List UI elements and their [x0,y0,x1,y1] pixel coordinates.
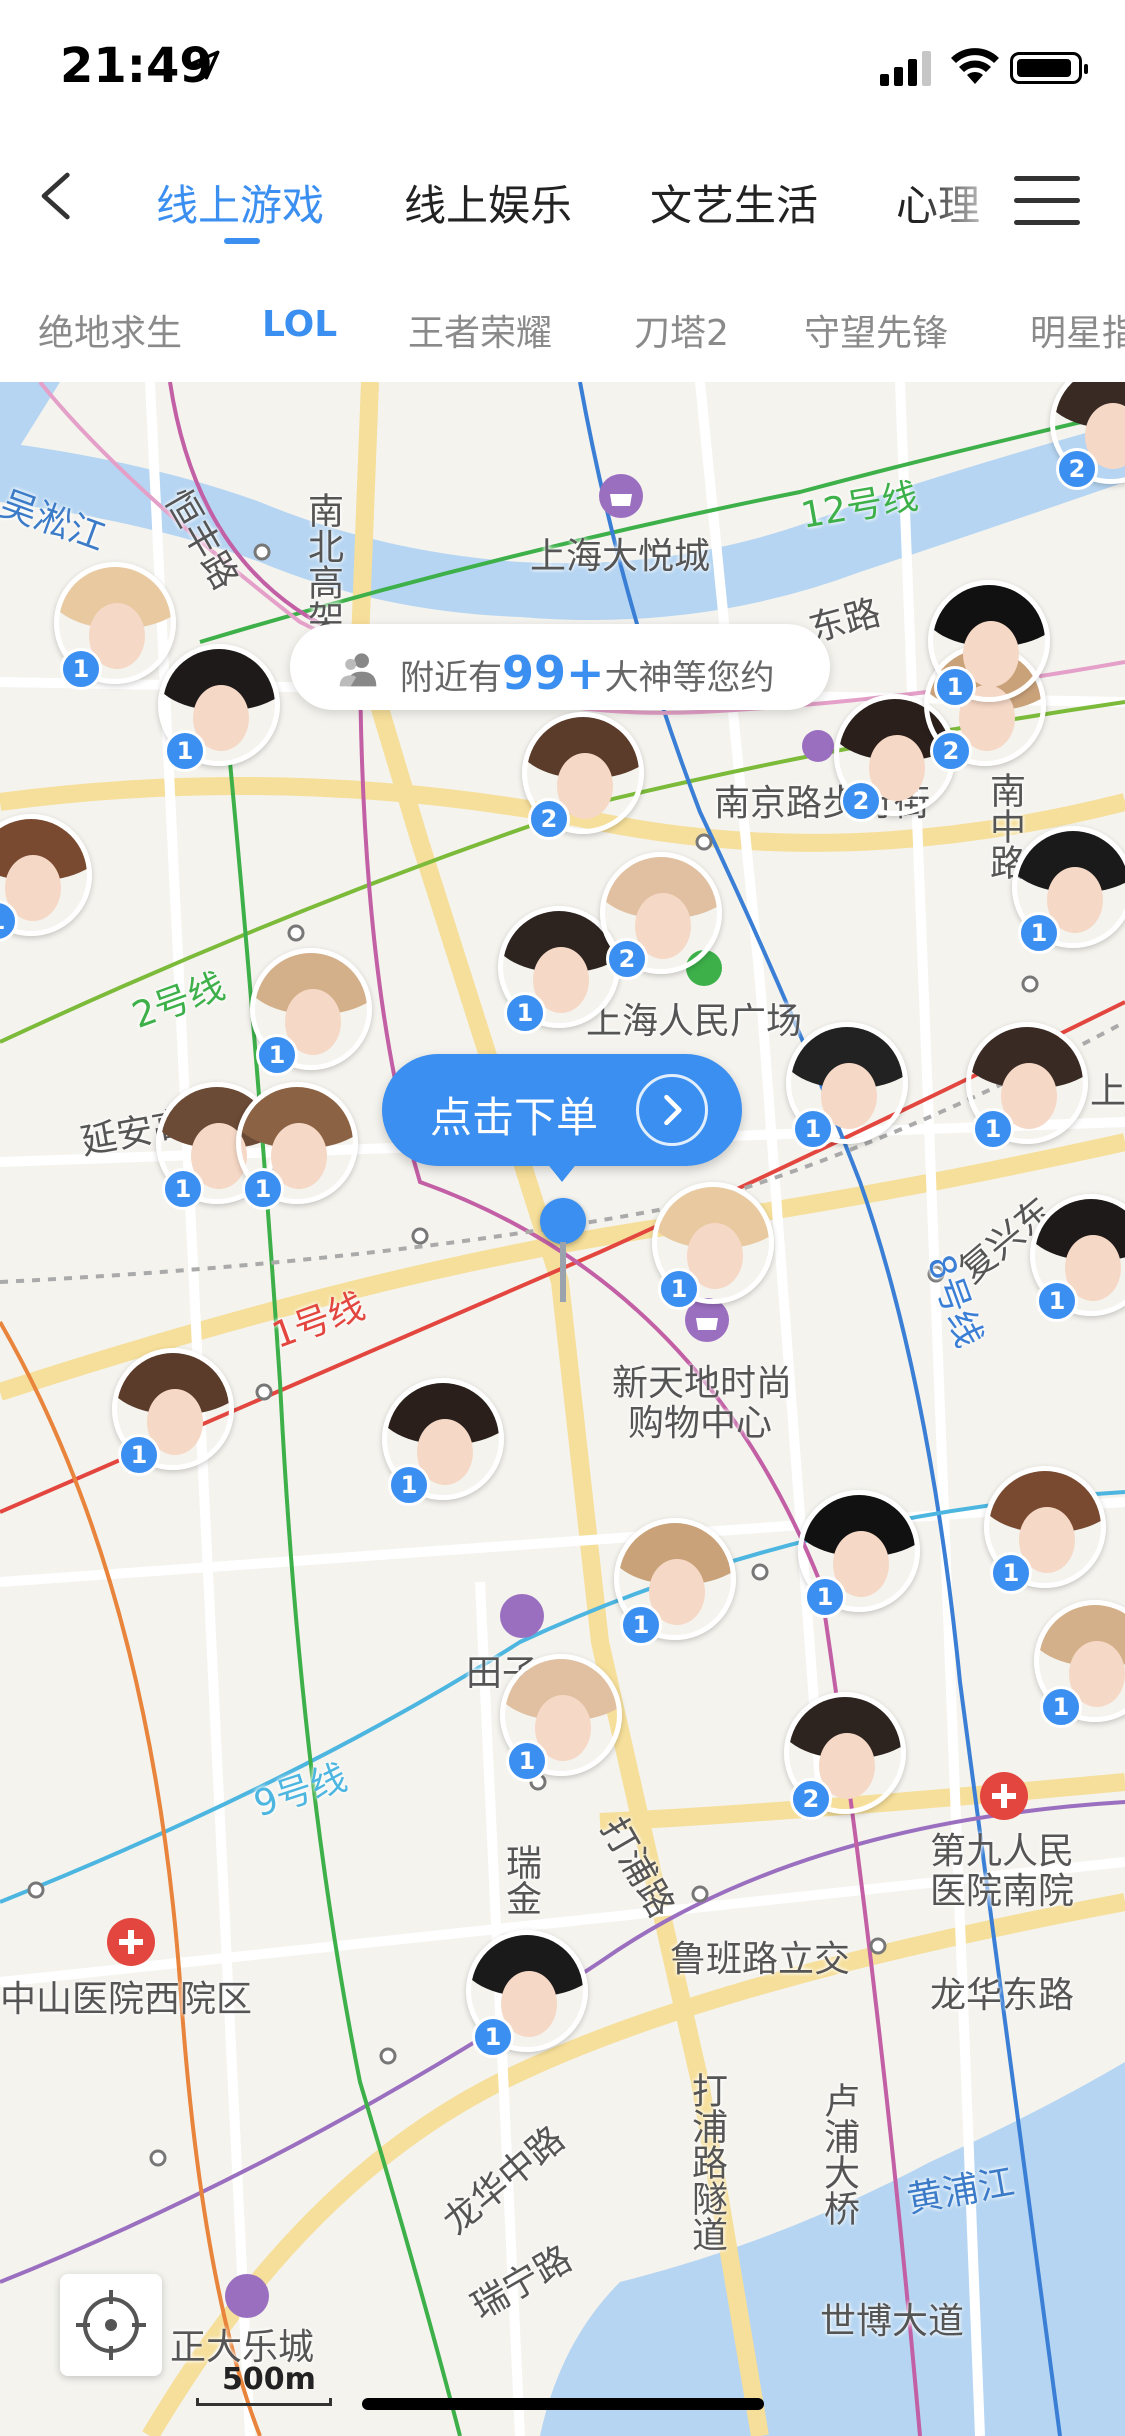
map-label-luban-interchange: 鲁班路立交 [670,1939,851,1980]
category-tab-bar: 线上游戏 线上娱乐 文艺生活 心理 [0,132,1125,260]
cellular-signal-icon [880,51,931,86]
avatar-count-badge: 1 [1040,1686,1082,1728]
map-label-nanbei-elevated: 南北高架 [302,492,343,636]
avatar-count-badge: 1 [472,2016,514,2058]
map-label-joy-city: 上海大悦城 [530,536,711,577]
map-view[interactable]: 吴淞江 恒丰路 南北高架 12号线 上海大悦城 东路 南京路步行街 南中路 2号… [0,382,1125,2436]
avatar-count-badge: 1 [60,648,102,690]
current-location-pin [540,1198,586,1244]
avatar-count-badge: 1 [934,666,976,708]
tab-active-indicator [224,238,260,244]
home-indicator[interactable] [362,2398,764,2410]
place-order-button[interactable]: 点击下单 [382,1054,742,1166]
map-label-peoples-square: 上海人民广场 [586,1001,803,1042]
avatar-count-badge: 1 [118,1434,160,1476]
map-label-ninth-hospital-2: 医院南院 [930,1871,1075,1912]
tab-arts-life[interactable]: 文艺生活 [650,172,818,233]
people-icon [339,653,377,687]
avatar-count-badge: 1 [162,1168,204,1210]
map-label-dapu-tunnel: 打浦路隧道 [686,2072,727,2252]
tab-online-entertainment[interactable]: 线上娱乐 [404,172,572,233]
avatar-count-badge: 1 [804,1576,846,1618]
avatar-count-badge: 2 [840,780,882,822]
avatar-count-badge: 1 [256,1034,298,1076]
map-scale-bar [196,2398,332,2406]
avatar-count-badge: 2 [528,798,570,840]
battery-icon [1010,52,1088,84]
map-label-shanghai: 上海 [1090,1071,1125,1112]
location-arrow-icon [190,50,220,80]
avatar-count-badge: 1 [620,1604,662,1646]
nearby-text: 附近有99+大神等您约 [400,646,775,700]
subtab-honor-of-kings[interactable]: 王者荣耀 [408,304,552,356]
avatar-count-badge: 2 [930,730,972,772]
hamburger-menu-icon[interactable] [1014,176,1080,230]
avatar-count-badge: 1 [972,1108,1014,1150]
map-label-ruijin-road: 瑞金 [500,1844,541,1916]
wifi-icon [951,48,999,84]
avatar-count-badge: 2 [790,1778,832,1820]
locate-me-button[interactable] [60,2274,162,2376]
nearby-count-banner: 附近有99+大神等您约 [290,624,830,710]
map-label-longhua-east-road: 龙华东路 [930,1975,1075,2016]
nearby-count: 99+ [502,646,605,700]
avatar-count-badge: 1 [506,1740,548,1782]
tab-online-games[interactable]: 线上游戏 [156,172,324,233]
map-label-xintiandi-2: 购物中心 [628,1403,773,1444]
map-label-expo-avenue: 世博大道 [820,2301,965,2342]
map-label-zhongshan-hospital: 中山医院西院区 [0,1979,253,2020]
avatar-count-badge: 2 [1056,448,1098,490]
avatar-count-badge: 1 [388,1464,430,1506]
avatar-count-badge: 1 [1018,912,1060,954]
order-button-pointer [546,1162,578,1182]
avatar-count-badge: 1 [504,992,546,1034]
subtab-celebrity[interactable]: 明星指 [1030,304,1125,356]
status-bar: 21:49 [0,0,1125,132]
location-pin-stem [560,1242,566,1302]
avatar-count-badge: 1 [1036,1280,1078,1322]
map-scale-label: 500m [222,2362,316,2397]
avatar-count-badge: 1 [792,1108,834,1150]
locate-crosshair-icon [76,2290,146,2360]
subtab-dota2[interactable]: 刀塔2 [634,304,729,356]
subtab-pubg[interactable]: 绝地求生 [38,304,182,356]
avatar-count-badge: 1 [242,1168,284,1210]
subtab-lol[interactable]: LOL [262,304,337,345]
chevron-left-icon[interactable] [30,168,86,224]
avatar-count-badge: 1 [164,730,206,772]
game-subtab-bar: 绝地求生 LOL 王者荣耀 刀塔2 守望先锋 明星指 [0,260,1125,382]
chevron-right-circle-icon [636,1074,708,1146]
avatar-count-badge: 2 [606,938,648,980]
subtab-overwatch[interactable]: 守望先锋 [804,304,948,356]
avatar-count-badge: 1 [990,1552,1032,1594]
place-order-label: 点击下单 [430,1093,599,1142]
tab-fade [920,132,1010,260]
avatar-count-badge: 1 [658,1268,700,1310]
map-label-lupu-bridge: 卢浦大桥 [818,2082,859,2226]
